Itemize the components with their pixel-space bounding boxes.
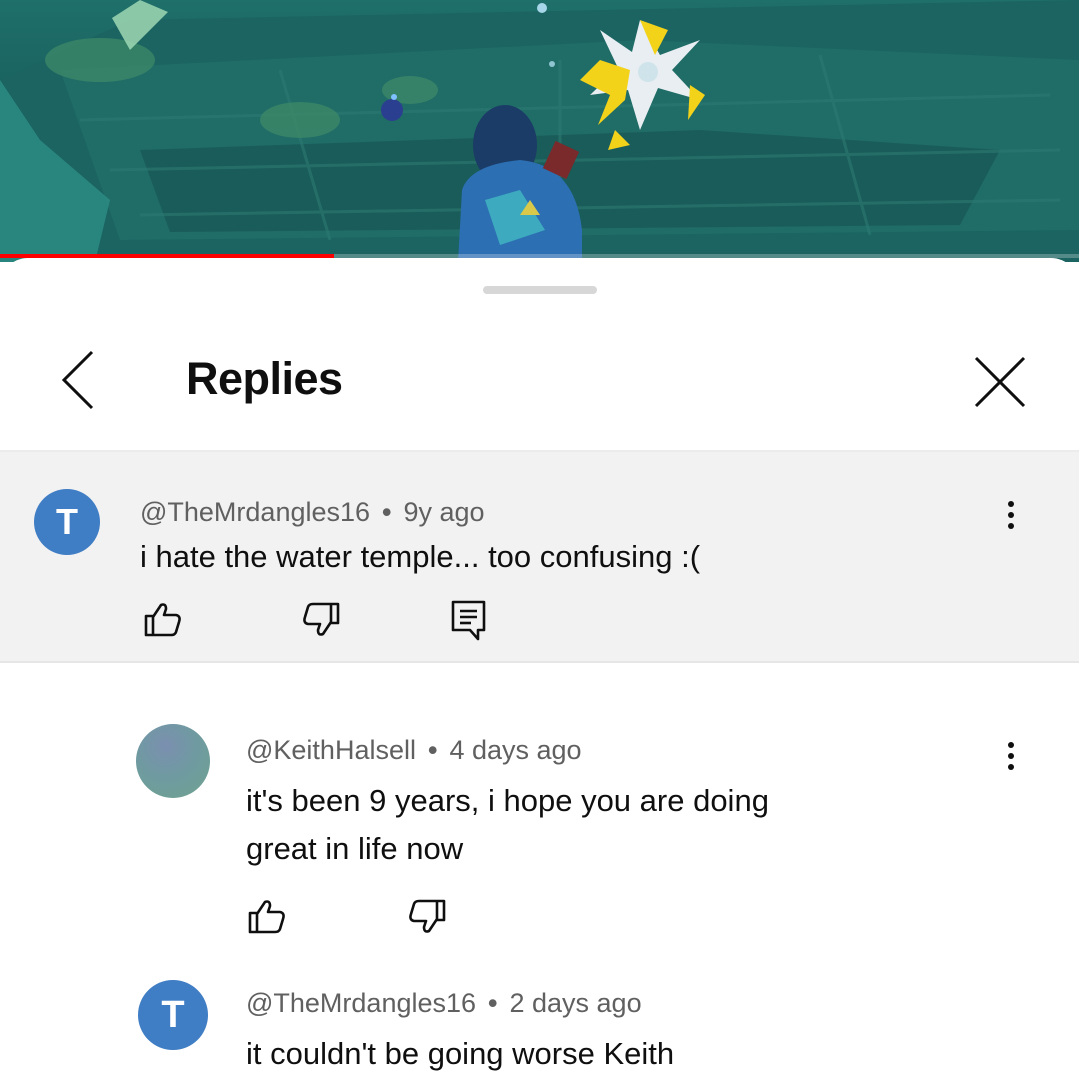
comment-meta: @TheMrdangles16 • 2 days ago [246, 988, 642, 1019]
replies-sheet: Replies T @TheMrdangles16 • 9y ago i hate … [0, 258, 1079, 1072]
parent-comment: T @TheMrdangles16 • 9y ago i hate the wate… [0, 452, 1079, 662]
parent-divider [0, 661, 1079, 663]
meta-separator: • [382, 497, 392, 527]
comment-author[interactable]: @TheMrdangles16 [140, 497, 370, 527]
comment-author[interactable]: @TheMrdangles16 [246, 988, 476, 1018]
comment-text-line: it's been 9 years, i hope you are doing [246, 783, 769, 818]
dislike-button[interactable] [404, 894, 450, 945]
like-icon [144, 603, 181, 637]
comment-time: 9y ago [403, 497, 485, 527]
like-button[interactable] [244, 894, 290, 945]
comment-time: 2 days ago [509, 988, 642, 1018]
dislike-button[interactable] [298, 597, 344, 648]
close-button[interactable] [968, 350, 1032, 414]
dislike-icon [303, 602, 340, 636]
reply-icon [451, 600, 486, 641]
video-player[interactable] [0, 0, 1079, 262]
more-options-button[interactable] [996, 496, 1026, 542]
comment-author[interactable]: @KeithHalsell [246, 735, 416, 765]
comment-meta: @TheMrdangles16 • 9y ago [140, 497, 485, 528]
comment-text-line: great in life now [246, 831, 464, 866]
dislike-icon [409, 899, 446, 933]
avatar[interactable]: T [138, 980, 208, 1050]
comment-text: it couldn't be going worse Keith [246, 1036, 675, 1071]
close-icon [974, 356, 1026, 408]
like-button[interactable] [140, 597, 186, 648]
chevron-left-icon [61, 350, 94, 410]
drag-handle[interactable] [483, 286, 597, 294]
back-button[interactable] [52, 348, 108, 412]
like-icon [248, 900, 285, 934]
reply-button[interactable] [446, 597, 492, 650]
comment-text: it's been 9 years, i hope you are doing … [246, 777, 769, 873]
comment-text: i hate the water temple... too confusing… [140, 539, 701, 574]
meta-separator: • [488, 988, 498, 1018]
meta-separator: • [427, 735, 438, 765]
video-frame [0, 0, 1079, 262]
avatar[interactable] [136, 724, 210, 798]
sheet-title: Replies [186, 353, 343, 404]
avatar[interactable]: T [34, 489, 100, 555]
more-options-button[interactable] [996, 737, 1026, 783]
comment-time: 4 days ago [449, 735, 582, 765]
screen: Replies T @TheMrdangles16 • 9y ago i hate … [0, 0, 1079, 1072]
comment-meta: @KeithHalsell • 4 days ago [246, 735, 582, 766]
